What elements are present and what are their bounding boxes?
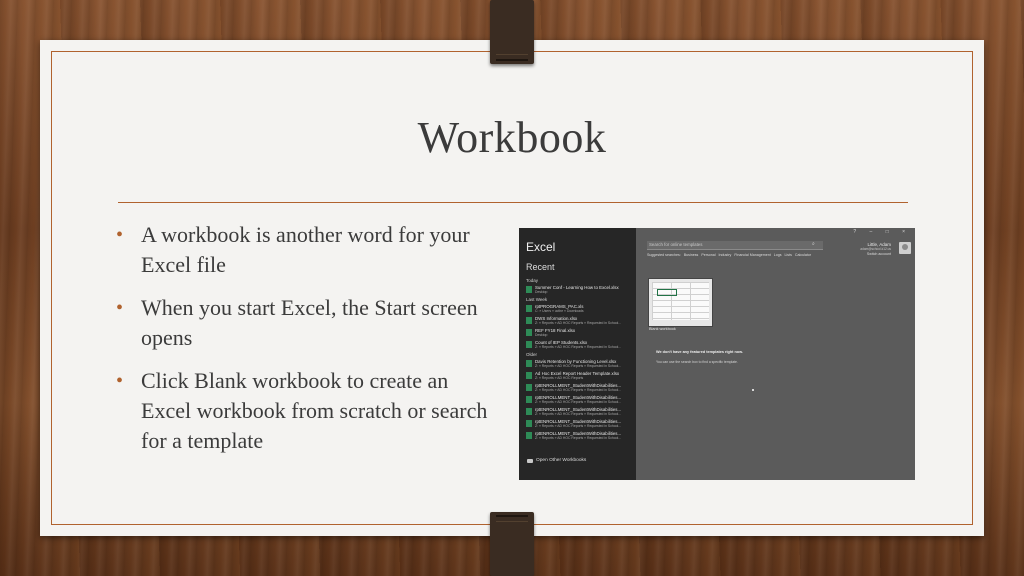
excel-file-icon [526, 360, 532, 367]
title-divider [118, 202, 908, 203]
spreadsheet-grid-icon [652, 282, 709, 320]
blank-workbook-tile[interactable] [648, 278, 713, 327]
excel-start-main: ? – □ × Search for online templates ⌕ Su… [636, 228, 915, 480]
recent-group-label: Older [526, 352, 538, 357]
recent-file-item[interactable]: REF FY18 Final.xlsx Desktop [524, 328, 634, 339]
recent-file-item[interactable]: rptENROLLMENT_StudentWithDisabilities...… [524, 407, 634, 418]
excel-file-icon [526, 396, 532, 403]
recent-group-label: Last Week [526, 297, 548, 302]
window-controls[interactable]: ? – □ × [853, 229, 911, 235]
recent-file-item[interactable]: Count of IEP Students.xlsx Z: » Reports »… [524, 340, 634, 351]
bullet-icon: • [116, 370, 124, 392]
recent-file-list: Today Summer Conf - Learning How to Excel… [524, 277, 634, 443]
recent-file-text: rptENROLLMENT_StudentWithDisabilities...… [535, 395, 621, 404]
bullet-text: Click Blank workbook to create an Excel … [141, 368, 488, 453]
suggested-search-link[interactable]: Logs [774, 253, 782, 257]
recent-file-item[interactable]: Summer Conf - Learning How to Excel.xlsx… [524, 285, 634, 296]
excel-app-title: Excel [526, 240, 556, 254]
recent-file-text: Davis Retention by Functioning Level.xls… [535, 359, 621, 368]
user-account[interactable]: Little, Adam adam@school.k12.us Switch a… [860, 242, 891, 257]
recent-file-text: rptPROGRAMS_PAC.xls C: » Users » ucthe » … [535, 304, 584, 313]
bullet-list: • A workbook is another word for your Exc… [114, 220, 494, 469]
recent-file-path: Desktop [535, 333, 548, 337]
recent-file-text: Summer Conf - Learning How to Excel.xlsx… [535, 285, 619, 294]
recent-file-path: Z: » Reports » AD HOC Reports » Requeste… [535, 400, 622, 404]
recent-file-text: rptENROLLMENT_StudentWithDisabilities...… [535, 431, 621, 440]
recent-file-name: Summer Conf - Learning How to Excel.xlsx [535, 285, 619, 290]
recent-file-item[interactable]: rptENROLLMENT_StudentWithDisabilities...… [524, 419, 634, 430]
suggested-searches: Suggested searches: Business Personal Indus… [647, 253, 814, 257]
bullet-item: • Click Blank workbook to create an Excel… [114, 366, 494, 456]
recent-file-item[interactable]: rptPROGRAMS_PAC.xls C: » Users » ucthe » … [524, 304, 634, 315]
excel-file-icon [526, 384, 532, 391]
open-other-workbooks-link[interactable]: Open Other Workbooks [527, 458, 586, 463]
folder-icon [527, 458, 533, 463]
recent-file-path: Z: » Reports » AD HOC Reports » Requeste… [535, 364, 622, 368]
excel-file-icon [526, 420, 532, 427]
no-templates-message: We don't have any featured templates rig… [656, 350, 743, 354]
suggested-search-link[interactable]: Personal [701, 253, 715, 257]
bullet-text: A workbook is another word for your Exce… [141, 222, 470, 277]
recent-file-item[interactable]: rptENROLLMENT_StudentWithDisabilities...… [524, 395, 634, 406]
template-search-input[interactable]: Search for online templates [647, 241, 823, 250]
recent-file-text: REF FY18 Final.xlsx Desktop [535, 328, 575, 337]
excel-file-icon [526, 432, 532, 439]
recent-file-item[interactable]: rptENROLLMENT_StudentWithDisabilities...… [524, 431, 634, 442]
excel-file-icon [526, 317, 532, 324]
recent-file-item[interactable]: Davis Retention by Functioning Level.xls… [524, 359, 634, 370]
open-other-label: Open Other Workbooks [536, 458, 587, 463]
recent-file-text: Count of IEP Students.xlsx Z: » Reports »… [535, 340, 621, 349]
mouse-cursor-icon [752, 389, 754, 391]
excel-file-icon [526, 305, 532, 312]
recent-file-path: Z: » Reports » AD HOC Reports » Requeste… [535, 424, 622, 428]
recent-file-text: rptENROLLMENT_StudentWithDisabilities...… [535, 407, 621, 416]
recent-file-path: Z: » Reports » AD HOC Reports » Requeste… [535, 388, 622, 392]
recent-file-path: Z: » Reports » AD HOC Reports » Requeste… [535, 345, 622, 349]
suggested-search-link[interactable]: Financial Management [734, 253, 770, 257]
recent-file-text: rptENROLLMENT_StudentWithDisabilities...… [535, 383, 621, 392]
binder-clip-top [490, 0, 534, 64]
template-search-hint: You can use the search box to find a spe… [656, 360, 738, 364]
recent-file-text: Ad Hoc Excel Report Header Template.xlsx… [535, 371, 619, 380]
recent-file-path: Z: » Reports » AD HOC Reports » Requeste… [535, 321, 622, 325]
recent-file-item[interactable]: DWS Information.xlsx Z: » Reports » AD HO… [524, 316, 634, 327]
recent-file-path: C: » Users » ucthe » Downloads [535, 309, 584, 313]
recent-file-text: DWS Information.xlsx Z: » Reports » AD HO… [535, 316, 621, 325]
recent-file-path: Z: » Reports » AD HOC Reports » Requeste… [535, 412, 622, 416]
recent-heading: Recent [526, 262, 555, 272]
bullet-icon: • [116, 224, 124, 246]
excel-file-icon [526, 408, 532, 415]
recent-file-text: rptENROLLMENT_StudentWithDisabilities...… [535, 419, 621, 428]
suggested-search-link[interactable]: Calculator [795, 253, 811, 257]
recent-file-path: Z: » Reports » AD HOC Reports [535, 376, 584, 380]
excel-file-icon [526, 286, 532, 293]
excel-file-icon [526, 341, 532, 348]
selected-cell [657, 289, 677, 296]
excel-sidebar: Excel Recent Today Summer Conf - Learning… [519, 228, 636, 480]
bullet-item: • When you start Excel, the Start screen … [114, 293, 494, 353]
bullet-text: When you start Excel, the Start screen o… [141, 295, 478, 350]
suggested-search-link[interactable]: Industry [719, 253, 732, 257]
recent-file-path: Z: » Reports » AD HOC Reports » Requeste… [535, 436, 622, 440]
slide-title: Workbook [417, 113, 607, 162]
bullet-icon: • [116, 297, 124, 319]
binder-clip-bottom [490, 512, 534, 576]
suggested-search-link[interactable]: Lists [785, 253, 792, 257]
avatar[interactable] [899, 242, 911, 254]
search-icon[interactable]: ⌕ [812, 241, 815, 247]
switch-account-link[interactable]: Switch account [860, 252, 891, 257]
excel-file-icon [526, 372, 532, 379]
blank-workbook-label: Blank workbook [649, 327, 676, 331]
excel-file-icon [526, 329, 532, 336]
excel-start-screenshot: Excel Recent Today Summer Conf - Learning… [519, 228, 915, 480]
recent-file-path: Desktop [535, 290, 548, 294]
bullet-item: • A workbook is another word for your Exc… [114, 220, 494, 280]
suggested-searches-label: Suggested searches: [647, 253, 681, 257]
recent-file-item[interactable]: rptENROLLMENT_StudentWithDisabilities...… [524, 383, 634, 394]
recent-group-label: Today [526, 278, 539, 283]
recent-file-item[interactable]: Ad Hoc Excel Report Header Template.xlsx… [524, 371, 634, 382]
suggested-search-link[interactable]: Business [684, 253, 699, 257]
